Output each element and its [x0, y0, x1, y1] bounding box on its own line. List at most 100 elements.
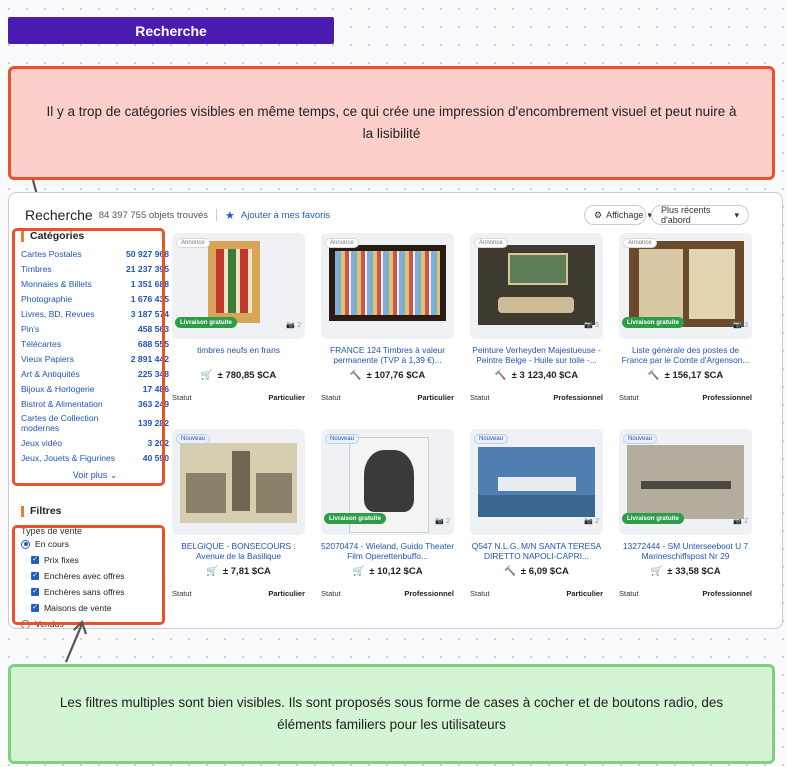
product-footer: Statut Particulier	[470, 589, 603, 598]
photo-count: 📷 3	[733, 322, 748, 329]
status-label: Statut	[619, 589, 639, 598]
product-card[interactable]: Nouveau Livraison gratuite 📷 2 52070474 - W…	[321, 429, 454, 598]
status-label: Statut	[321, 589, 341, 598]
free-shipping-badge: Livraison gratuite	[622, 317, 684, 328]
status-label: Statut	[172, 589, 192, 598]
search-panel: Recherche 84 397 755 objets trouvés ★ Aj…	[8, 192, 783, 629]
product-footer: Statut Particulier	[172, 589, 305, 598]
arrow-to-filters-icon	[64, 619, 88, 663]
critique-note-categories: Il y a trop de catégories visibles en mê…	[8, 66, 775, 180]
product-image[interactable]: Annonce 📷 5	[470, 233, 603, 339]
product-card[interactable]: Nouveau 📷 2 Q547 N.L.G. M/N SANTA TERESA D…	[470, 429, 603, 598]
product-card[interactable]: Annonce 📷 5 Peinture Verheyden Majestueuse…	[470, 233, 603, 402]
product-image[interactable]: Nouveau	[172, 429, 305, 535]
seller-type: Professionnel	[702, 589, 752, 598]
product-card[interactable]: Annonce FRANCE 124 Timbres à valeur perma…	[321, 233, 454, 402]
seller-type: Professionnel	[404, 589, 454, 598]
product-image[interactable]: Annonce Livraison gratuite 📷 2	[172, 233, 305, 339]
product-title[interactable]: BELGIQUE - BONSECOURS : Avenue de la Bas…	[172, 541, 305, 561]
product-title[interactable]: timbres neufs en frans	[172, 345, 305, 365]
product-title[interactable]: 13272444 - SM Unterseeboot U 7 Marinesch…	[619, 541, 752, 561]
product-image[interactable]: Annonce Livraison gratuite 📷 3	[619, 233, 752, 339]
product-price: 🔨 ± 107,76 $CA	[349, 370, 426, 381]
chevron-down-icon: ▾	[734, 209, 739, 220]
photo-count: 📷 2	[733, 518, 748, 525]
product-price: 🛒 ± 33,58 $CA	[650, 566, 721, 577]
photo-count: 📷 2	[584, 518, 599, 525]
seller-type: Particulier	[566, 589, 603, 598]
gear-icon: ⚙	[594, 209, 603, 220]
product-badge: Annonce	[623, 238, 657, 248]
filters-title: Filtres	[21, 505, 169, 517]
product-image[interactable]: Nouveau 📷 2	[470, 429, 603, 535]
camera-icon: 📷	[584, 322, 594, 329]
page-title: Recherche	[8, 17, 334, 44]
seller-type: Particulier	[417, 393, 454, 402]
product-footer: Statut Particulier	[172, 393, 305, 402]
free-shipping-badge: Livraison gratuite	[324, 513, 386, 524]
product-badge: Annonce	[474, 238, 508, 248]
status-label: Statut	[321, 393, 341, 402]
camera-icon: 📷	[733, 518, 743, 525]
product-title[interactable]: 52070474 - Wieland, Guido Theater Film O…	[321, 541, 454, 561]
product-badge: Annonce	[176, 238, 210, 248]
product-image[interactable]: Annonce	[321, 233, 454, 339]
gavel-icon: 🔨	[494, 370, 507, 381]
product-title[interactable]: Peinture Verheyden Majestueuse - Peintre…	[470, 345, 603, 365]
free-shipping-badge: Livraison gratuite	[622, 513, 684, 524]
camera-icon: 📷	[584, 518, 594, 525]
gavel-icon: 🔨	[647, 370, 660, 381]
add-favorite-link[interactable]: Ajouter à mes favoris	[241, 210, 330, 221]
gavel-icon: 🔨	[504, 566, 516, 577]
sort-dropdown[interactable]: Plus récents d'abord ▾	[651, 205, 749, 225]
photo-count: 📷 5	[584, 322, 599, 329]
product-card[interactable]: Nouveau BELGIQUE - BONSECOURS : Avenue de…	[172, 429, 305, 598]
camera-icon: 📷	[733, 322, 743, 329]
seller-type: Professionnel	[702, 393, 752, 402]
product-price: 🛒 ± 10,12 $CA	[352, 566, 423, 577]
product-card[interactable]: Nouveau Livraison gratuite 📷 2 13272444 - S…	[619, 429, 752, 598]
product-card[interactable]: Annonce Livraison gratuite 📷 3 Liste généra…	[619, 233, 752, 402]
product-title[interactable]: Liste générale des postes de France par …	[619, 345, 752, 365]
highlight-categories	[12, 228, 165, 486]
product-price: 🔨 ± 156,17 $CA	[647, 370, 724, 381]
product-price: 🔨 ± 6,09 $CA	[504, 566, 569, 577]
camera-icon: 📷	[435, 518, 445, 525]
product-footer: Statut Particulier	[321, 393, 454, 402]
gavel-icon: 🔨	[349, 370, 362, 381]
divider	[216, 209, 218, 221]
status-label: Statut	[470, 589, 490, 598]
product-footer: Statut Professionnel	[619, 393, 752, 402]
product-title[interactable]: FRANCE 124 Timbres à valeur permanente (…	[321, 345, 454, 365]
product-image[interactable]: Nouveau Livraison gratuite 📷 2	[321, 429, 454, 535]
product-price: 🔨 ± 3 123,40 $CA	[494, 370, 579, 381]
seller-type: Particulier	[268, 393, 305, 402]
display-label: Affichage	[606, 210, 644, 220]
photo-count: 📷 2	[435, 518, 450, 525]
product-footer: Statut Professionnel	[619, 589, 752, 598]
camera-icon: 📷	[286, 322, 296, 329]
status-label: Statut	[172, 393, 192, 402]
seller-type: Professionnel	[553, 393, 603, 402]
critique-note-filters: Les filtres multiples sont bien visibles…	[8, 664, 775, 764]
sort-label: Plus récents d'abord	[661, 205, 711, 225]
product-card[interactable]: Annonce Livraison gratuite 📷 2 timbres neuf…	[172, 233, 305, 402]
product-price: 🛒 ± 780,85 $CA	[200, 370, 277, 381]
product-footer: Statut Professionnel	[321, 589, 454, 598]
product-footer: Statut Professionnel	[470, 393, 603, 402]
product-image[interactable]: Nouveau Livraison gratuite 📷 2	[619, 429, 752, 535]
product-price: 🛒 ± 7,81 $CA	[206, 566, 271, 577]
seller-type: Particulier	[268, 589, 305, 598]
display-dropdown[interactable]: ⚙ Affichage ▾	[584, 205, 652, 225]
free-shipping-badge: Livraison gratuite	[175, 317, 237, 328]
status-label: Statut	[470, 393, 490, 402]
product-badge: Nouveau	[325, 434, 360, 444]
product-badge: Annonce	[325, 238, 359, 248]
product-badge: Nouveau	[176, 434, 211, 444]
star-icon[interactable]: ★	[225, 209, 235, 222]
product-badge: Nouveau	[623, 434, 658, 444]
product-title[interactable]: Q547 N.L.G. M/N SANTA TERESA DIRETTO NAP…	[470, 541, 603, 561]
cart-icon: 🛒	[650, 566, 663, 577]
status-label: Statut	[619, 393, 639, 402]
search-heading: Recherche	[25, 207, 93, 223]
